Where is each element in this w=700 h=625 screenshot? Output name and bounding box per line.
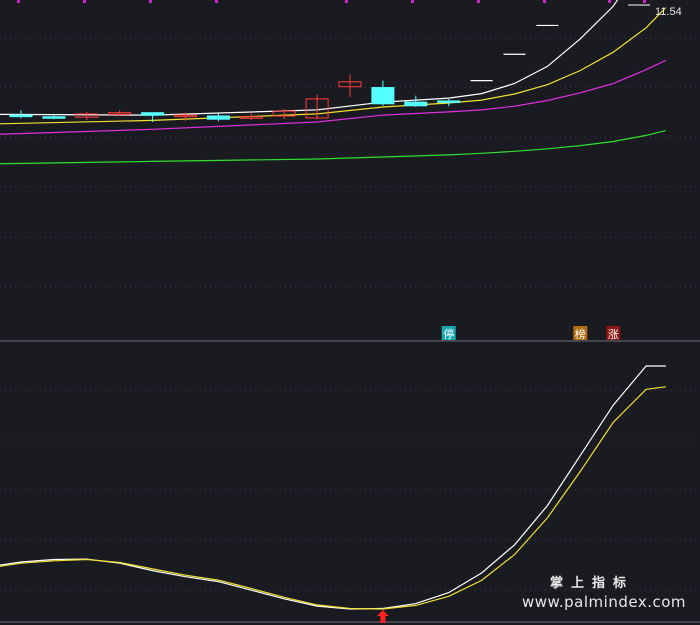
top-dot-markers	[17, 0, 646, 3]
top-dot	[411, 0, 414, 3]
top-dot	[543, 0, 546, 3]
top-dot	[345, 0, 348, 3]
ma-line-1	[0, 0, 619, 116]
candle-body	[42, 116, 66, 119]
indicator-markers	[376, 610, 389, 623]
candlesticks	[9, 24, 559, 123]
candle-body	[206, 115, 230, 120]
top-dot	[149, 0, 152, 3]
top-dot	[215, 0, 218, 3]
moving-average-lines	[0, 0, 667, 165]
signal-marker-label: 停	[443, 327, 454, 341]
candle-body	[9, 114, 33, 118]
signal-marker-label: 榜	[575, 327, 586, 341]
watermark-url: www.palmindex.com	[521, 593, 686, 611]
candle-body	[141, 112, 165, 116]
top-dot	[17, 0, 20, 3]
signal-markers: 停榜涨	[441, 326, 621, 341]
ma-line-4	[0, 130, 666, 165]
top-dot	[477, 0, 480, 3]
top-dot	[83, 0, 86, 3]
price-label-group: 11.54	[628, 4, 682, 18]
watermark-chinese: 掌上指标	[549, 576, 634, 591]
stock-chart: 停 榜 涨 11.54	[0, 0, 700, 623]
up-arrow-icon	[376, 610, 389, 623]
price-max-label: 11.54	[655, 6, 682, 18]
top-dot	[608, 0, 611, 3]
candle-body	[437, 100, 461, 103]
top-dot	[643, 0, 646, 3]
watermark: 掌上指标 www.palmindex.com	[522, 572, 686, 611]
candle-body	[404, 101, 428, 107]
ma-line-2	[0, 7, 667, 125]
grid-lines	[0, 37, 700, 623]
ma-line-3	[0, 59, 667, 135]
signal-marker-label: 涨	[608, 328, 619, 341]
candle-body	[371, 87, 395, 105]
